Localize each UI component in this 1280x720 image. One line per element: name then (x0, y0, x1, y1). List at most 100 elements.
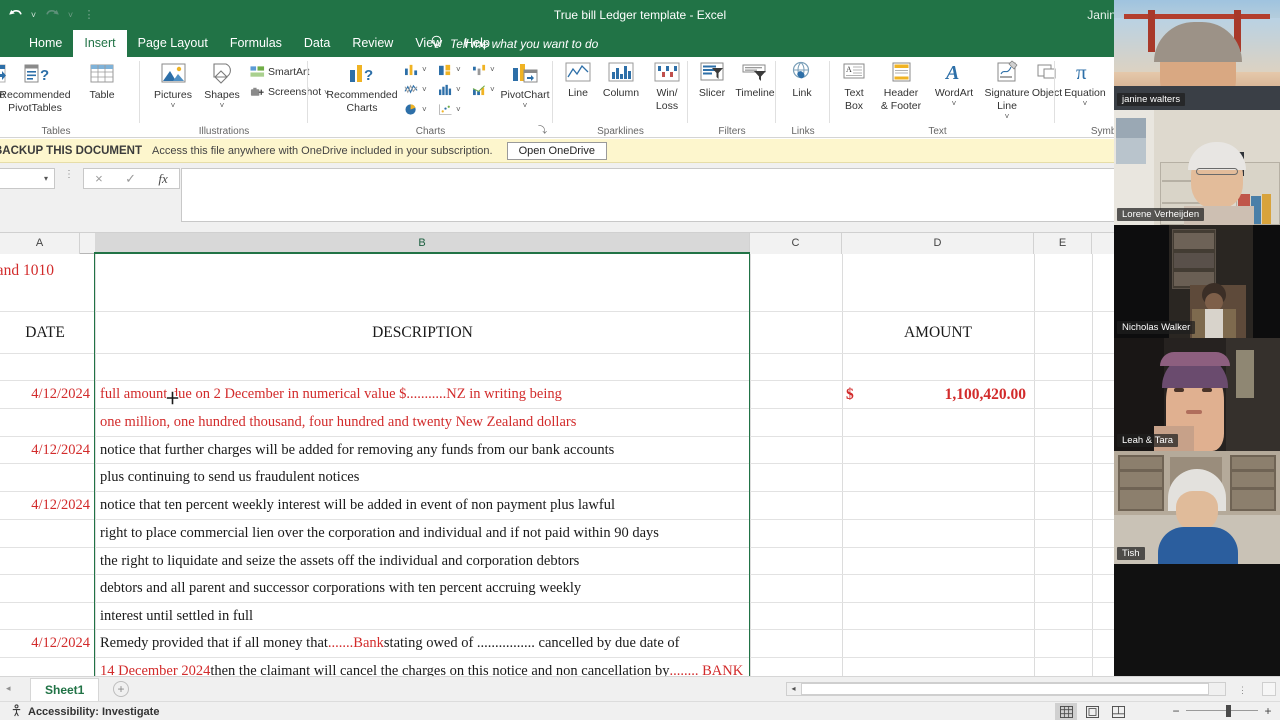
pie-chart-dropdown-icon[interactable]: ˅ (422, 105, 427, 114)
add-sheet-button[interactable]: + (113, 681, 129, 697)
open-onedrive-button[interactable]: Open OneDrive (506, 141, 607, 160)
cell-a6-date[interactable] (0, 409, 93, 436)
scatter-chart-button[interactable]: ˅ (438, 103, 461, 116)
page-break-preview-button[interactable] (1107, 703, 1129, 720)
insert-function-icon[interactable]: fx (158, 171, 167, 187)
cell-a11-date[interactable] (0, 548, 93, 574)
combo-chart-dropdown-icon[interactable]: ˅ (490, 85, 495, 94)
column-header-a[interactable]: A (0, 233, 80, 254)
slicer-button[interactable]: Slicer (690, 60, 734, 99)
table-row[interactable]: 14 December 2024 then the claimant will … (0, 658, 1280, 676)
tell-me-search[interactable]: Tell me what you want to do (430, 30, 598, 57)
scroll-left-icon[interactable]: ◂ (787, 683, 800, 695)
accessibility-status[interactable]: Accessibility: Investigate (10, 702, 159, 720)
sparkline-line-button[interactable]: Line (558, 60, 598, 99)
waterfall-chart-button[interactable]: ˅ (472, 63, 495, 76)
cell-b10-description[interactable]: right to place commercial lien over the … (95, 520, 905, 547)
cell-b15-description[interactable]: 14 December 2024 then the claimant will … (95, 658, 1075, 676)
recommended-pivottables-button[interactable]: ? Recommended PivotTables (0, 60, 76, 114)
cell-a8-date[interactable] (0, 464, 93, 491)
zoom-slider-handle[interactable] (1226, 705, 1231, 717)
video-tile-leah-and-tara[interactable]: Leah & Tara (1114, 338, 1280, 451)
table-row[interactable]: plus continuing to send us fraudulent no… (0, 464, 1280, 492)
equation-dropdown-icon[interactable]: ˅ (1083, 99, 1088, 108)
cell-d5-currency-symbol[interactable]: $ (842, 381, 872, 408)
column-header-b[interactable]: B (95, 233, 750, 254)
tab-data[interactable]: Data (293, 30, 341, 57)
sparkline-column-button[interactable]: Column (595, 60, 647, 99)
column-header-c[interactable]: C (750, 233, 842, 254)
cell-b6-description[interactable]: one million, one hundred thousand, four … (95, 409, 795, 436)
header-footer-button[interactable]: Header & Footer (872, 60, 930, 112)
charts-dialog-launcher[interactable]: ⤵ (538, 123, 547, 136)
sheet-nav-prev-icon[interactable]: ◂ (6, 683, 11, 694)
video-tile-nicholas-walker[interactable]: Nicholas Walker (1114, 225, 1280, 338)
video-tile-lorene-verheijden[interactable]: Lorene Verheijden (1114, 110, 1280, 225)
scatter-chart-dropdown-icon[interactable]: ˅ (456, 105, 461, 114)
cell-b9-description[interactable]: notice that ten percent weekly interest … (95, 492, 855, 519)
cell-b4[interactable] (95, 354, 750, 380)
table-row[interactable]: right to place commercial lien over the … (0, 520, 1280, 548)
horizontal-scrollbar[interactable]: ◂ (786, 682, 1226, 696)
cell-a5-date[interactable]: 4/12/2024 (0, 381, 93, 408)
histogram-chart-dropdown-icon[interactable]: ˅ (456, 85, 461, 94)
bar-chart-dropdown-icon[interactable]: ˅ (456, 65, 461, 74)
scroll-corner[interactable] (1262, 682, 1276, 696)
cell-d5-amount[interactable]: 1,100,420.00 (872, 381, 1034, 408)
text-box-button[interactable]: A Text Box (834, 60, 874, 112)
video-tile-janine-walters[interactable]: janine walters (1114, 0, 1280, 110)
enter-icon[interactable]: ✓ (125, 171, 136, 187)
pictures-button[interactable]: Pictures ˅ (146, 60, 200, 110)
histogram-chart-button[interactable]: ˅ (438, 83, 461, 96)
column-header-d[interactable]: D (842, 233, 1034, 254)
tab-page-layout[interactable]: Page Layout (127, 30, 219, 57)
table-row[interactable] (0, 354, 1280, 381)
cell-a15-date[interactable] (0, 658, 93, 676)
table-row[interactable]: 4/12/2024 full amount due on 2 December … (0, 381, 1280, 409)
waterfall-chart-dropdown-icon[interactable]: ˅ (490, 65, 495, 74)
timeline-button[interactable]: Timeline (730, 60, 780, 99)
table-row[interactable]: debtors and all parent and successor cor… (0, 575, 1280, 603)
cell-d3-amount-header[interactable]: AMOUNT (842, 312, 1034, 353)
table-row[interactable]: 4/12/2024 notice that ten percent weekly… (0, 492, 1280, 520)
cell-b2[interactable] (95, 287, 750, 311)
zoom-out-button[interactable]: − (1170, 704, 1182, 718)
cell-b7-description[interactable]: notice that further charges will be adde… (95, 437, 855, 463)
pictures-dropdown-icon[interactable]: ˅ (171, 101, 176, 110)
cancel-icon[interactable]: × (95, 171, 103, 186)
cell-a9-date[interactable]: 4/12/2024 (0, 492, 93, 519)
sheet-tab-sheet1[interactable]: Sheet1 (30, 678, 100, 702)
wordart-button[interactable]: A WordArt ˅ (930, 60, 978, 108)
tab-home[interactable]: Home (18, 30, 73, 57)
combo-chart-button[interactable]: ˅ (472, 83, 495, 96)
cell-a14-date[interactable]: 4/12/2024 (0, 630, 93, 657)
cell-a1[interactable]: uckland 1010 (0, 254, 270, 287)
tab-insert[interactable]: Insert (73, 30, 127, 57)
shapes-button[interactable]: Shapes ˅ (196, 60, 248, 110)
cell-a10-date[interactable] (0, 520, 93, 547)
cell-b3-description-header[interactable]: DESCRIPTION (95, 312, 750, 353)
tab-review[interactable]: Review (341, 30, 404, 57)
recommended-charts-button[interactable]: ? Recommended Charts (320, 60, 404, 114)
link-button[interactable]: Link (776, 60, 828, 99)
zoom-slider[interactable] (1186, 704, 1258, 718)
tab-formulas[interactable]: Formulas (219, 30, 293, 57)
hierarchy-chart-button[interactable]: ˅ (404, 83, 427, 96)
cell-b14-description[interactable]: Remedy provided that if all money that .… (95, 630, 995, 657)
column-chart-button[interactable]: ˅ (404, 63, 427, 76)
cell-a3-date-header[interactable]: DATE (0, 312, 90, 353)
hierarchy-chart-dropdown-icon[interactable]: ˅ (422, 85, 427, 94)
video-tile-tish[interactable]: Tish (1114, 451, 1280, 564)
normal-view-button[interactable] (1055, 703, 1077, 720)
formula-bar-grip[interactable]: ⋮ (64, 170, 74, 180)
cell-b12-description[interactable]: debtors and all parent and successor cor… (95, 575, 795, 602)
name-box[interactable]: ▾ (0, 168, 55, 189)
table-row[interactable]: uckland 1010 (0, 254, 1280, 287)
cell-b11-description[interactable]: the right to liquidate and seize the ass… (95, 548, 795, 574)
equation-button[interactable]: π Equation ˅ (1057, 60, 1113, 108)
table-row[interactable]: 4/12/2024 Remedy provided that if all mo… (0, 630, 1280, 658)
cell-a12-date[interactable] (0, 575, 93, 602)
table-row[interactable]: 4/12/2024 notice that further charges wi… (0, 437, 1280, 464)
cell-a7-date[interactable]: 4/12/2024 (0, 437, 93, 463)
column-header-e[interactable]: E (1034, 233, 1092, 254)
